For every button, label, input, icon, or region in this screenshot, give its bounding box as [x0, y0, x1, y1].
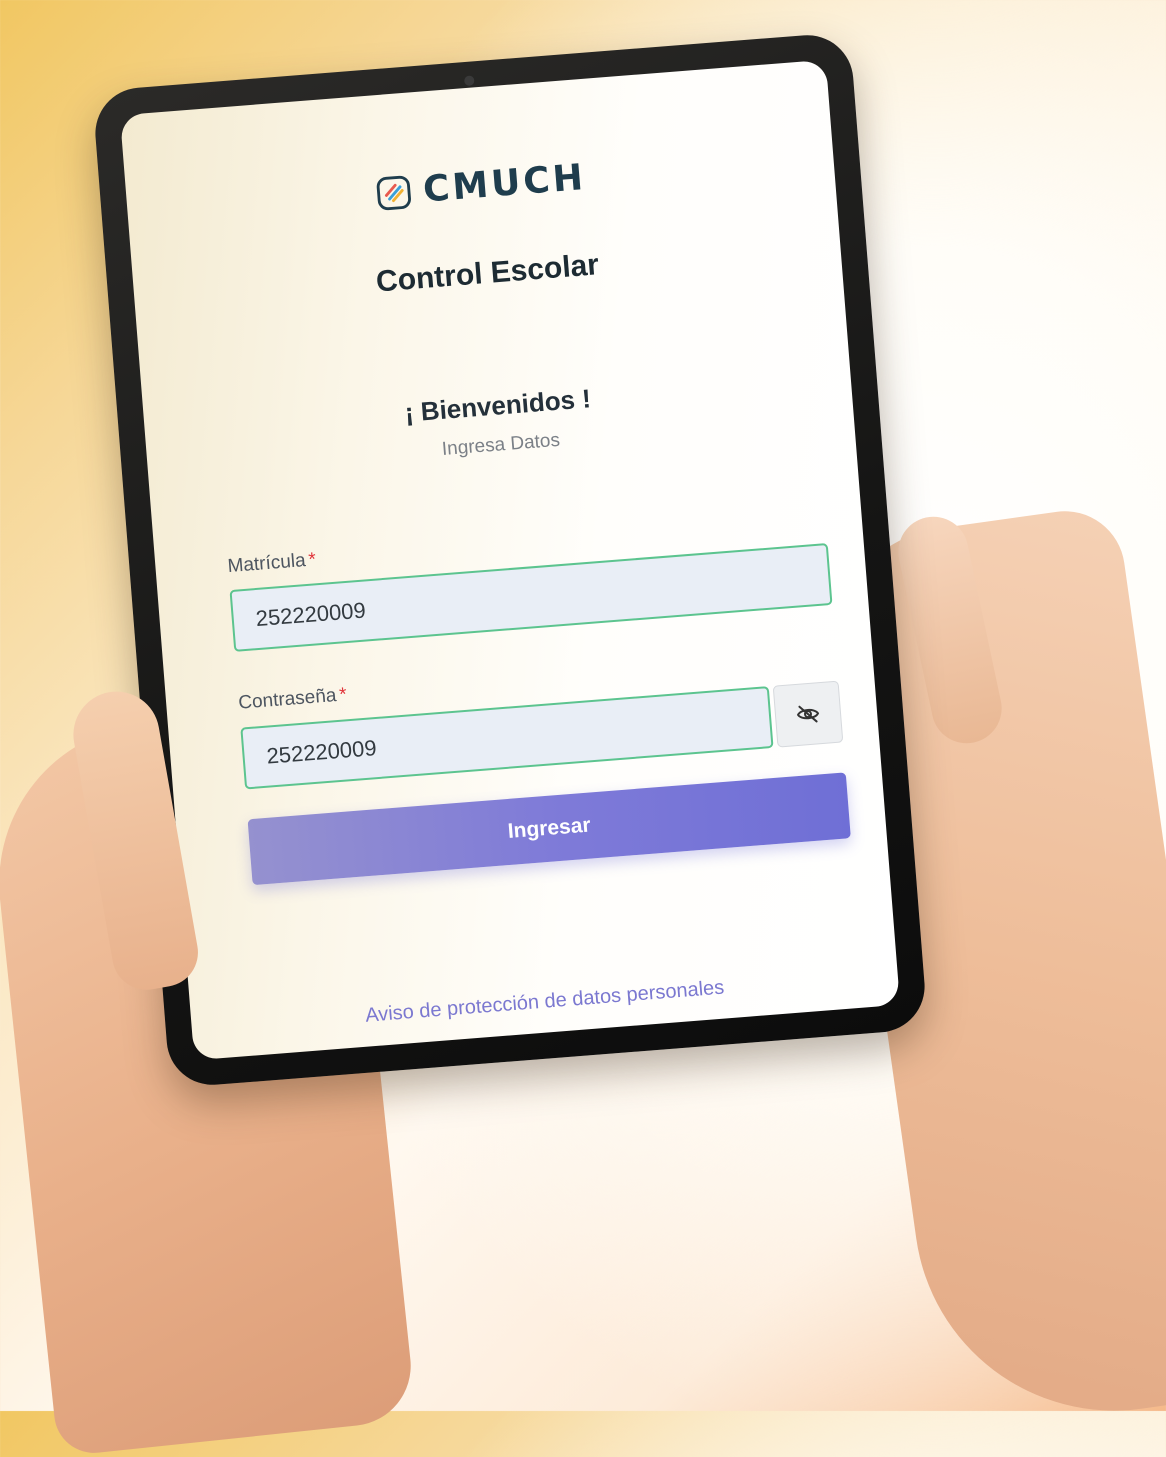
tablet-device: CMUCH Control Escolar ¡ Bienvenidos ! In…: [91, 31, 929, 1089]
brand-logo: CMUCH: [126, 137, 835, 233]
brand-name: CMUCH: [421, 156, 588, 211]
matricula-label: Matrícula*: [227, 549, 317, 578]
app-title: Control Escolar: [374, 248, 601, 299]
matricula-input[interactable]: [229, 543, 833, 652]
matricula-label-text: Matrícula: [226, 550, 307, 578]
eye-slash-icon: [796, 705, 820, 723]
required-asterisk: *: [338, 684, 348, 706]
login-submit-button[interactable]: Ingresar: [247, 772, 851, 886]
required-asterisk: *: [307, 549, 317, 571]
cmuch-logo-icon: [377, 175, 412, 210]
password-label-text: Contraseña: [237, 685, 338, 714]
toggle-password-visibility-button[interactable]: [772, 680, 844, 748]
camera-dot: [463, 75, 475, 87]
login-screen: CMUCH Control Escolar ¡ Bienvenidos ! In…: [119, 59, 901, 1061]
password-label: Contraseña*: [238, 684, 348, 714]
